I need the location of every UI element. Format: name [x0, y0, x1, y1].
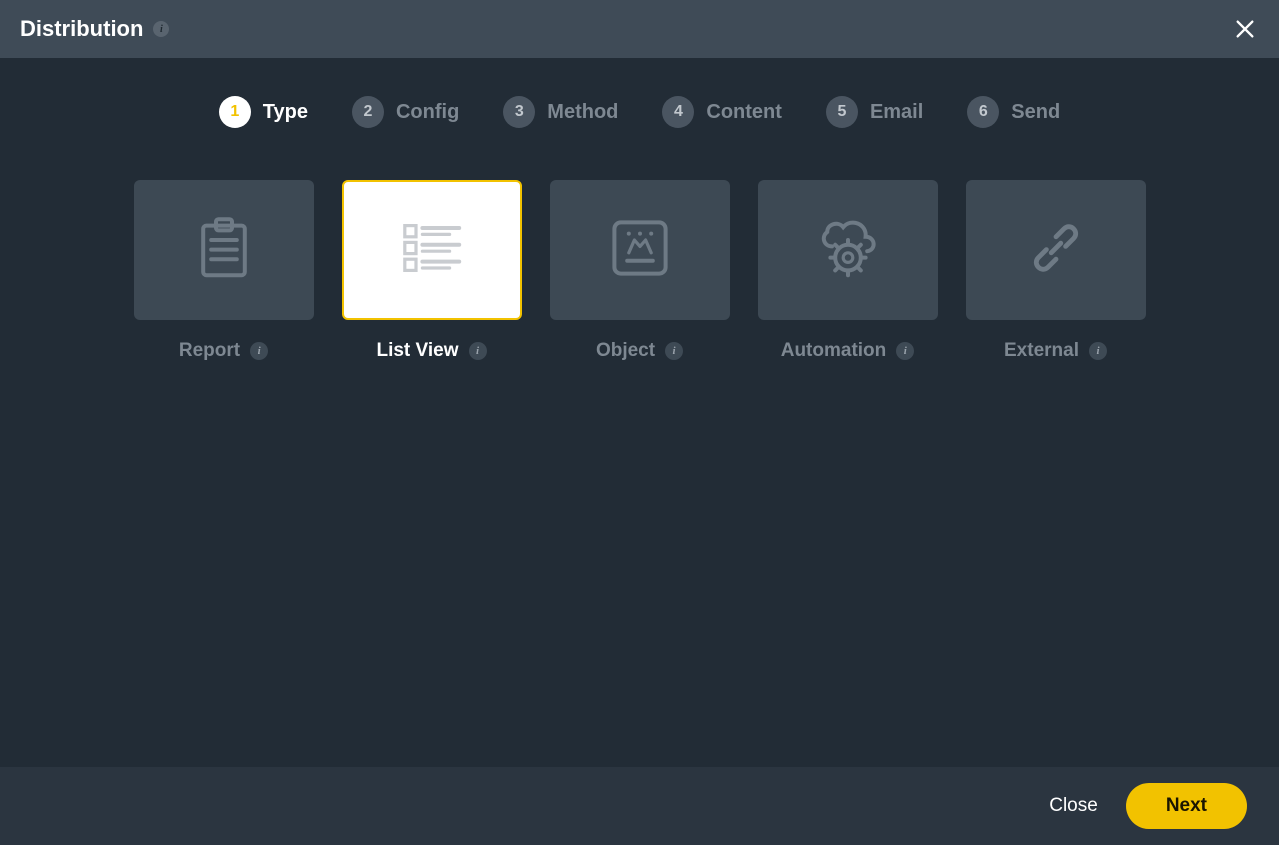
step-label: Config — [396, 101, 459, 124]
info-icon[interactable]: i — [896, 342, 914, 360]
listview-icon — [392, 208, 472, 293]
step-number: 1 — [219, 96, 251, 128]
type-cards-row: Reporti List Viewi Objecti Automationi — [0, 180, 1279, 362]
distribution-modal: Distribution i 1 Type 2 Config 3 Method 4 Conte… — [0, 0, 1279, 845]
step-send[interactable]: 6 Send — [967, 96, 1060, 128]
type-option-automation: Automation i — [758, 180, 938, 362]
step-email[interactable]: 5 Email — [826, 96, 923, 128]
modal-title: Distribution — [20, 16, 143, 42]
type-card-automation[interactable] — [758, 180, 938, 320]
type-label-row: Objecti — [596, 340, 683, 362]
modal-footer: Close Next — [0, 767, 1279, 845]
object-icon — [600, 208, 680, 293]
modal-header: Distribution i — [0, 0, 1279, 58]
step-config[interactable]: 2 Config — [352, 96, 459, 128]
step-type[interactable]: 1 Type — [219, 96, 308, 128]
header-left: Distribution i — [20, 16, 169, 42]
stepper: 1 Type 2 Config 3 Method 4 Content 5 Email 6 Send — [0, 96, 1279, 128]
info-icon[interactable]: i — [665, 342, 683, 360]
type-option-listview: List View i — [342, 180, 522, 362]
external-icon — [1016, 208, 1096, 293]
step-number: 2 — [352, 96, 384, 128]
close-icon[interactable] — [1231, 15, 1259, 43]
step-label: Content — [706, 101, 782, 124]
automation-icon — [808, 208, 888, 293]
step-label: Email — [870, 101, 923, 124]
step-label: Method — [547, 101, 618, 124]
step-number: 5 — [826, 96, 858, 128]
title-info-icon[interactable]: i — [153, 21, 169, 37]
type-label-row: List View i — [376, 340, 486, 362]
step-content[interactable]: 4 Content — [662, 96, 782, 128]
step-number: 6 — [967, 96, 999, 128]
step-number: 4 — [662, 96, 694, 128]
type-card-listview[interactable] — [342, 180, 522, 320]
type-label-row: External i — [1004, 340, 1107, 362]
report-icon — [184, 208, 264, 293]
type-label-row: Automation i — [781, 340, 915, 362]
info-icon[interactable]: i — [1089, 342, 1107, 360]
type-card-external[interactable] — [966, 180, 1146, 320]
next-button[interactable]: Next — [1126, 783, 1247, 829]
type-label: Object — [596, 340, 655, 362]
type-label: Automation — [781, 340, 887, 362]
type-option-object: Objecti — [550, 180, 730, 362]
type-label: Report — [179, 340, 240, 362]
step-number: 3 — [503, 96, 535, 128]
step-label: Type — [263, 101, 308, 124]
type-card-object[interactable] — [550, 180, 730, 320]
info-icon[interactable]: i — [469, 342, 487, 360]
type-option-external: External i — [966, 180, 1146, 362]
step-method[interactable]: 3 Method — [503, 96, 618, 128]
close-button[interactable]: Close — [1049, 795, 1098, 817]
type-label: External — [1004, 340, 1079, 362]
step-label: Send — [1011, 101, 1060, 124]
type-label-row: Reporti — [179, 340, 268, 362]
modal-body: 1 Type 2 Config 3 Method 4 Content 5 Email 6 Send R… — [0, 58, 1279, 767]
type-card-report[interactable] — [134, 180, 314, 320]
type-option-report: Reporti — [134, 180, 314, 362]
info-icon[interactable]: i — [250, 342, 268, 360]
type-label: List View — [376, 340, 458, 362]
